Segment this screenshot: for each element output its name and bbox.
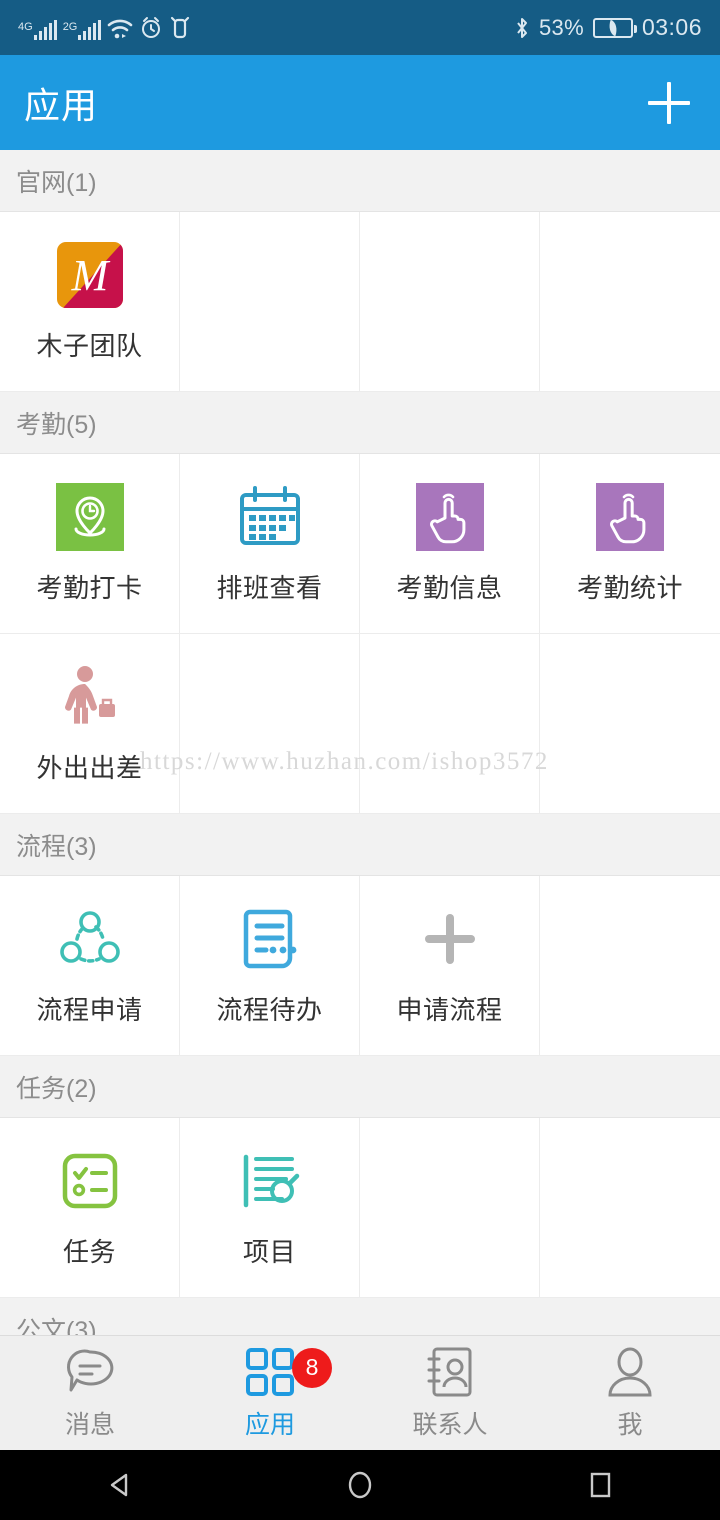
document-search-icon bbox=[235, 1146, 305, 1216]
network-nodes-icon bbox=[55, 904, 125, 974]
app-tile-label: 考勤信息 bbox=[396, 573, 503, 603]
app-tile-shift-view[interactable]: 排班查看 bbox=[180, 454, 360, 634]
app-tile-label: 排班查看 bbox=[216, 573, 323, 603]
tab-label: 我 bbox=[617, 1410, 643, 1439]
hand-tap-icon bbox=[595, 482, 665, 552]
document-dots-icon bbox=[235, 904, 305, 974]
battery-icon bbox=[592, 17, 637, 38]
hand-tap-icon bbox=[415, 482, 485, 552]
add-app-button[interactable] bbox=[642, 76, 696, 130]
checklist-icon bbox=[55, 1146, 125, 1216]
empty-cell bbox=[360, 634, 540, 814]
status-bar: 4G 2G 53% 03:06 bbox=[0, 0, 720, 55]
location-clock-icon bbox=[55, 482, 125, 552]
section-header-process: 流程(3) bbox=[0, 814, 720, 876]
status-bar-left: 4G 2G bbox=[18, 16, 191, 40]
section-grid-official-site: M 木子团队 bbox=[0, 212, 720, 392]
plus-icon bbox=[415, 904, 485, 974]
app-tile-label: 考勤统计 bbox=[576, 573, 683, 603]
app-tile-label: 外出出差 bbox=[36, 753, 143, 783]
empty-cell bbox=[540, 1118, 720, 1298]
empty-cell bbox=[360, 212, 540, 392]
muzi-team-logo-icon: M bbox=[55, 240, 125, 310]
signal-2g-icon: 2G bbox=[62, 19, 102, 40]
android-navigation-bar bbox=[0, 1450, 720, 1520]
app-tile-label: 流程待办 bbox=[216, 995, 323, 1025]
business-traveler-icon bbox=[55, 662, 125, 732]
app-tile-label: 申请流程 bbox=[396, 995, 503, 1025]
app-tile-process-apply[interactable]: 流程申请 bbox=[0, 876, 180, 1056]
app-tile-attendance-checkin[interactable]: 考勤打卡 bbox=[0, 454, 180, 634]
wifi-icon bbox=[108, 19, 133, 38]
tab-label: 应用 bbox=[244, 1410, 295, 1439]
svg-text:M: M bbox=[70, 251, 110, 300]
section-grid-task: 任务 项目 bbox=[0, 1118, 720, 1298]
tab-profile[interactable]: 我 bbox=[540, 1346, 720, 1441]
clock-label: 03:06 bbox=[641, 14, 702, 40]
empty-cell bbox=[180, 634, 360, 814]
back-triangle-icon[interactable] bbox=[60, 1470, 180, 1500]
app-tile-attendance-stats[interactable]: 考勤统计 bbox=[540, 454, 720, 634]
recents-square-icon[interactable] bbox=[540, 1469, 660, 1501]
app-tile-label: 流程申请 bbox=[36, 995, 143, 1025]
app-tile-process-todo[interactable]: 流程待办 bbox=[180, 876, 360, 1056]
section-grid-process: 流程申请 流程待办 申请流程 bbox=[0, 876, 720, 1056]
bluetooth-icon bbox=[517, 17, 527, 38]
app-tile-label: 考勤打卡 bbox=[36, 573, 143, 603]
app-tile-business-trip[interactable]: 外出出差 bbox=[0, 634, 180, 814]
app-tile-muzi-team[interactable]: M 木子团队 bbox=[0, 212, 180, 392]
signal-4g-icon: 4G bbox=[18, 19, 57, 40]
grid-squares-icon bbox=[245, 1346, 295, 1398]
battery-percent-label: 53% bbox=[539, 14, 584, 40]
tab-apps[interactable]: 8 应用 bbox=[180, 1346, 360, 1441]
home-circle-icon[interactable] bbox=[300, 1469, 420, 1501]
app-tile-label: 任务 bbox=[62, 1237, 116, 1267]
empty-cell bbox=[540, 212, 720, 392]
section-header-attendance: 考勤(5) bbox=[0, 392, 720, 454]
signal-4g-label: 4G bbox=[18, 20, 33, 33]
empty-cell bbox=[360, 1118, 540, 1298]
vibrate-icon bbox=[171, 16, 190, 38]
section-header-task: 任务(2) bbox=[0, 1056, 720, 1118]
person-icon bbox=[606, 1346, 654, 1398]
app-tile-project[interactable]: 项目 bbox=[180, 1118, 360, 1298]
status-bar-right: 53% 03:06 bbox=[514, 14, 702, 41]
alarm-icon bbox=[142, 16, 161, 38]
app-tile-label: 木子团队 bbox=[36, 331, 143, 361]
section-header-document: 公文(3) bbox=[0, 1298, 720, 1335]
app-tile-task[interactable]: 任务 bbox=[0, 1118, 180, 1298]
app-tile-attendance-info[interactable]: 考勤信息 bbox=[360, 454, 540, 634]
chat-bubble-icon bbox=[64, 1346, 116, 1398]
section-grid-attendance: 考勤打卡 排班查看 考勤信息 考勤统计 外出出差 bbox=[0, 454, 720, 814]
app-tile-apply-process[interactable]: 申请流程 bbox=[360, 876, 540, 1056]
empty-cell bbox=[540, 634, 720, 814]
empty-cell bbox=[540, 876, 720, 1056]
tab-messages[interactable]: 消息 bbox=[0, 1346, 180, 1441]
tab-contacts[interactable]: 联系人 bbox=[360, 1346, 540, 1441]
app-bar: 应用 bbox=[0, 55, 720, 150]
bottom-tab-bar: 消息 8 应用 联系人 我 bbox=[0, 1335, 720, 1450]
section-header-official-site: 官网(1) bbox=[0, 150, 720, 212]
app-list-scroll[interactable]: 官网(1) M 木子团队 考勤(5) 考勤打卡 排班查看 考勤信息 考勤统计 外… bbox=[0, 150, 720, 1335]
tab-badge-count: 8 bbox=[292, 1347, 332, 1388]
tab-label: 消息 bbox=[64, 1410, 115, 1439]
calendar-icon bbox=[235, 482, 305, 552]
app-tile-label: 项目 bbox=[242, 1237, 296, 1267]
contact-card-icon bbox=[425, 1346, 475, 1398]
tab-label: 联系人 bbox=[412, 1410, 488, 1439]
phone-screen: 4G 2G 53% 03:06 应用 官网(1) M 木子团队 考勤(5) 考勤… bbox=[0, 0, 720, 1520]
page-title: 应用 bbox=[24, 84, 99, 126]
empty-cell bbox=[180, 212, 360, 392]
signal-2g-label: 2G bbox=[62, 20, 78, 33]
